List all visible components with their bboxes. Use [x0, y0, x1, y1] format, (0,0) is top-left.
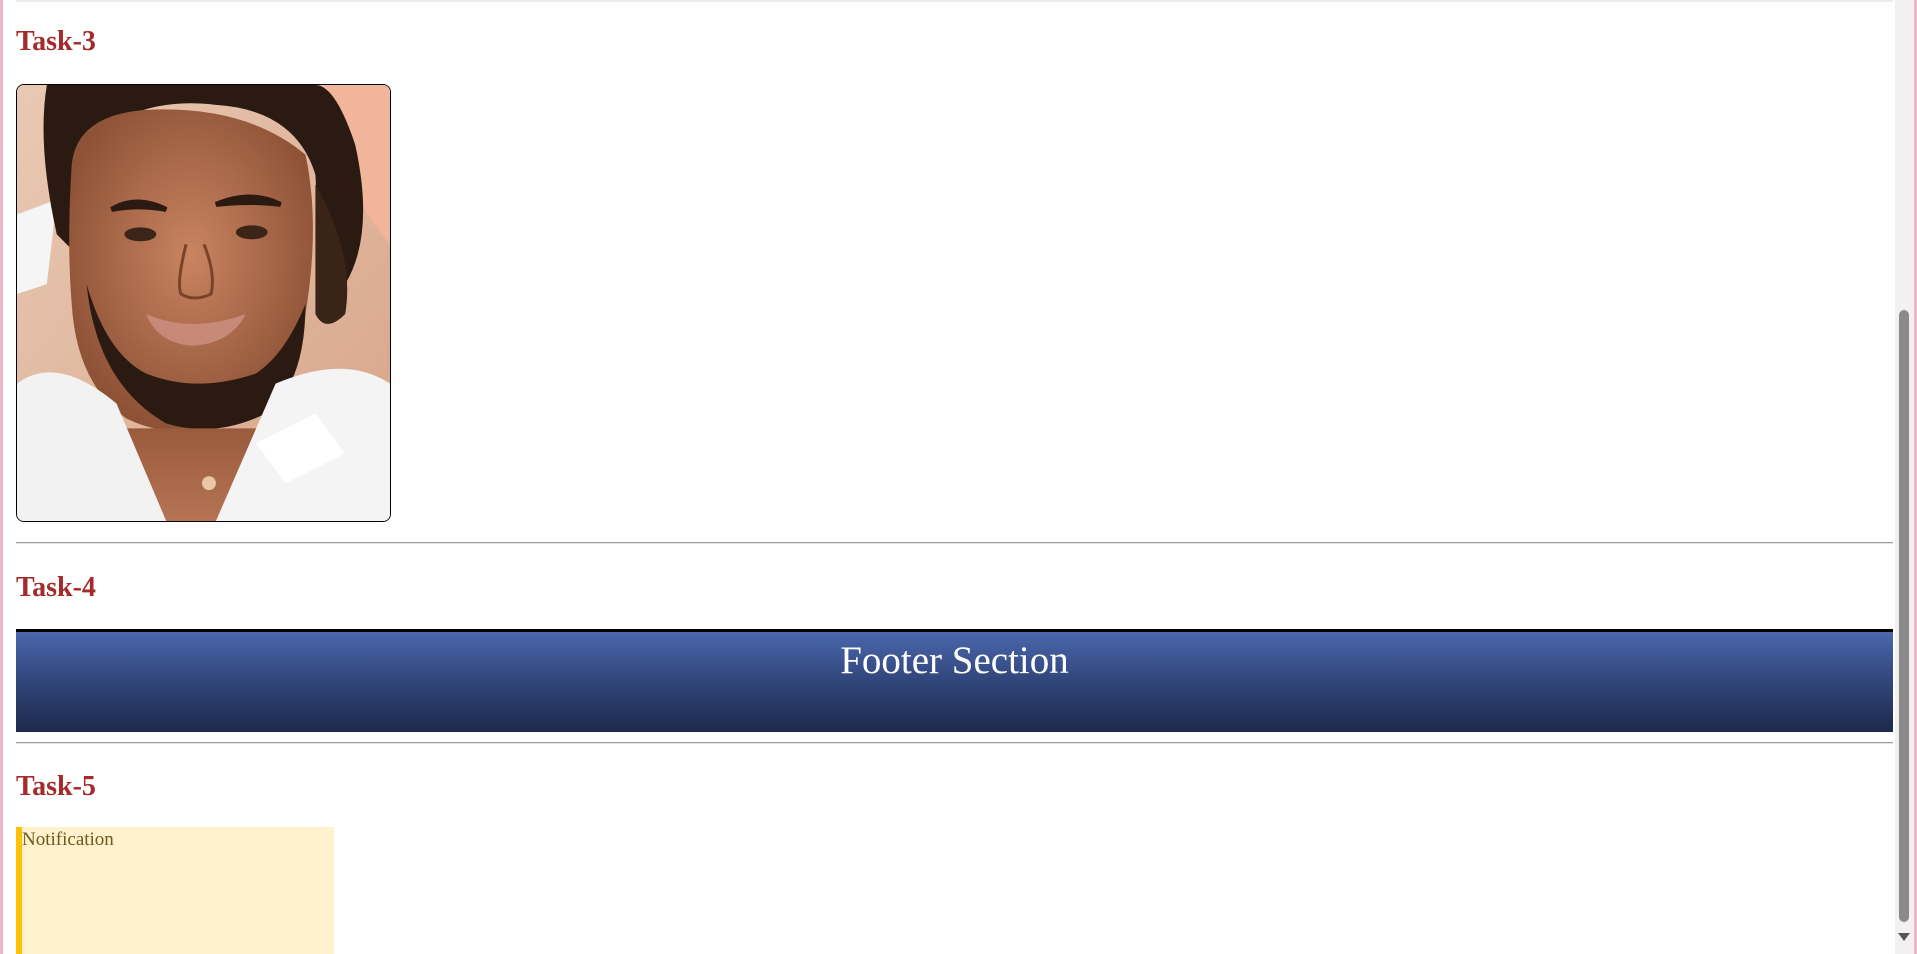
section-divider — [16, 742, 1893, 744]
section-divider — [16, 542, 1893, 544]
portrait-image — [16, 84, 391, 522]
page-edge-left — [0, 0, 3, 954]
footer-section: Footer Section — [16, 629, 1893, 732]
notification-box: Notification — [16, 827, 334, 954]
task-5-heading: Task-5 — [16, 771, 96, 802]
footer-title: Footer Section — [840, 639, 1069, 682]
scroll-down-arrow-icon[interactable] — [1898, 933, 1910, 941]
portrait-illustration — [17, 85, 390, 521]
notification-text: Notification — [22, 829, 114, 850]
top-divider — [16, 0, 1893, 2]
task-3-heading: Task-3 — [16, 26, 96, 57]
scrollbar-thumb[interactable] — [1899, 310, 1909, 922]
task-4-heading: Task-4 — [16, 572, 96, 603]
vertical-scrollbar[interactable] — [1895, 0, 1914, 954]
